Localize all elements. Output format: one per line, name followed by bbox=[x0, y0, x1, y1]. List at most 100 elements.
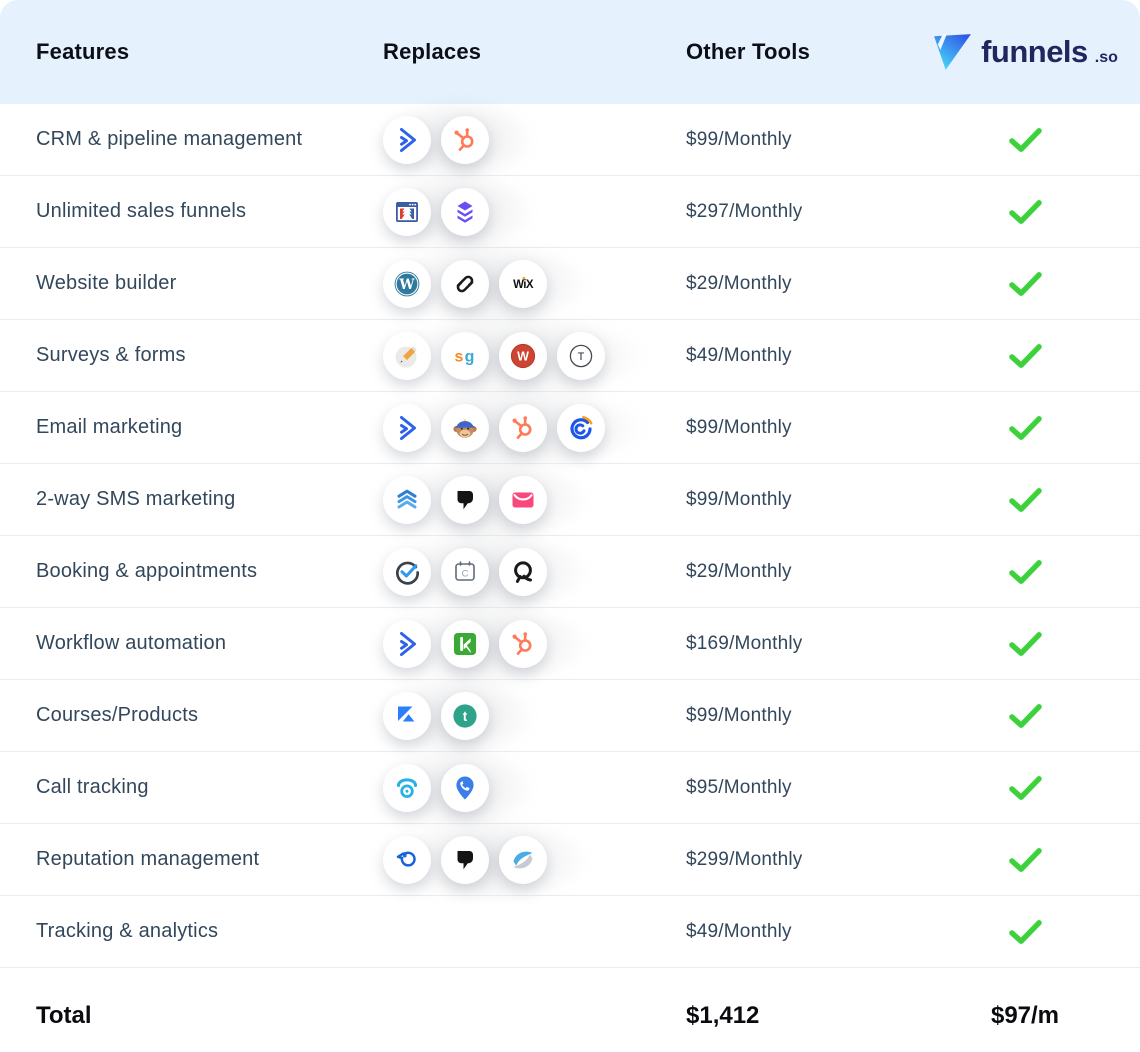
replaced-tools bbox=[383, 464, 686, 535]
check-icon bbox=[1009, 559, 1042, 585]
table-row: CRM & pipeline management $99/Monthly bbox=[0, 104, 1140, 175]
feature-label: Website builder bbox=[36, 272, 176, 294]
feature-label: Workflow automation bbox=[36, 632, 226, 654]
features-header: Features bbox=[36, 39, 129, 64]
brand-tld: .so bbox=[1095, 49, 1118, 71]
check-icon bbox=[1009, 415, 1042, 441]
activecampaign-icon bbox=[383, 404, 431, 452]
funnels-logo: funnels .so bbox=[932, 33, 1118, 71]
other-tools-price: $297/Monthly bbox=[686, 201, 802, 222]
hubspot-icon bbox=[441, 116, 489, 164]
activecampaign-icon bbox=[383, 116, 431, 164]
clickfunnels-icon bbox=[383, 188, 431, 236]
other-tools-header: Other Tools bbox=[686, 39, 810, 64]
constant-contact-icon bbox=[557, 404, 605, 452]
other-tools-price: $49/Monthly bbox=[686, 345, 792, 366]
hubspot-icon bbox=[499, 404, 547, 452]
check-icon bbox=[1009, 271, 1042, 297]
calendar-c-icon: C bbox=[441, 548, 489, 596]
wordpress-icon: W bbox=[383, 260, 431, 308]
replaced-tools bbox=[383, 752, 686, 823]
callrail-icon bbox=[383, 764, 431, 812]
replaced-tools: C bbox=[383, 536, 686, 607]
table-row: Website builder W WiX $29/Monthly bbox=[0, 247, 1140, 319]
table-body: CRM & pipeline management $99/Monthly Un… bbox=[0, 104, 1140, 967]
funnel-icon bbox=[932, 33, 972, 71]
mailchimp-icon bbox=[441, 404, 489, 452]
other-tools-price: $99/Monthly bbox=[686, 489, 792, 510]
teachable-icon: t bbox=[441, 692, 489, 740]
leadpages-icon bbox=[441, 188, 489, 236]
surveygizmo-icon: sg bbox=[441, 332, 489, 380]
feature-label: Unlimited sales funnels bbox=[36, 200, 246, 222]
feature-label: Reputation management bbox=[36, 848, 259, 870]
swoosh-circle-icon bbox=[499, 836, 547, 884]
table-row: Booking & appointments C $29/Monthly bbox=[0, 535, 1140, 607]
keap-icon bbox=[441, 620, 489, 668]
table-row: Tracking & analytics $49/Monthly bbox=[0, 895, 1140, 967]
svg-text:t: t bbox=[463, 709, 468, 724]
booking-check-icon bbox=[383, 548, 431, 596]
check-icon bbox=[1009, 127, 1042, 153]
wix-icon: WiX bbox=[499, 260, 547, 308]
feature-label: 2-way SMS marketing bbox=[36, 488, 235, 510]
svg-text:s: s bbox=[455, 348, 464, 365]
feature-label: Email marketing bbox=[36, 416, 182, 438]
total-label: Total bbox=[36, 1002, 92, 1029]
other-tools-price: $29/Monthly bbox=[686, 273, 792, 294]
birdeye-icon bbox=[383, 836, 431, 884]
check-icon bbox=[1009, 775, 1042, 801]
replaced-tools bbox=[383, 896, 686, 967]
table-row: Unlimited sales funnels $297/Monthly bbox=[0, 175, 1140, 247]
svg-text:g: g bbox=[465, 348, 475, 365]
svg-text:WiX: WiX bbox=[513, 279, 534, 291]
pencil-form-icon bbox=[383, 332, 431, 380]
replaced-tools bbox=[383, 104, 686, 175]
other-tools-price: $29/Monthly bbox=[686, 561, 792, 582]
replaced-tools bbox=[383, 392, 686, 463]
sms-chevrons-icon bbox=[383, 476, 431, 524]
feature-label: CRM & pipeline management bbox=[36, 128, 302, 150]
table-row: 2-way SMS marketing $99/Monthly bbox=[0, 463, 1140, 535]
kajabi-icon bbox=[383, 692, 431, 740]
activecampaign-icon bbox=[383, 620, 431, 668]
squarespace-icon bbox=[441, 260, 489, 308]
replaced-tools bbox=[383, 176, 686, 247]
check-icon bbox=[1009, 487, 1042, 513]
hubspot-icon bbox=[499, 620, 547, 668]
replaced-tools bbox=[383, 608, 686, 679]
check-icon bbox=[1009, 847, 1042, 873]
check-icon bbox=[1009, 631, 1042, 657]
replaced-tools bbox=[383, 824, 686, 895]
table-row: Workflow automation $169/Monthly bbox=[0, 607, 1140, 679]
table-row: Call tracking $95/Monthly bbox=[0, 751, 1140, 823]
check-icon bbox=[1009, 343, 1042, 369]
table-row: Surveys & forms sg W T $49/Monthly bbox=[0, 319, 1140, 391]
table-row: Email marketing $99/Monthly bbox=[0, 391, 1140, 463]
feature-label: Call tracking bbox=[36, 776, 149, 798]
total-row: Total $1,412 $97/m bbox=[0, 967, 1140, 1052]
other-tools-price: $299/Monthly bbox=[686, 849, 802, 870]
replaced-tools: t bbox=[383, 680, 686, 751]
table-header: Features Replaces Other Tools funnels.s bbox=[0, 0, 1140, 104]
replaced-tools: W WiX bbox=[383, 248, 686, 319]
other-tools-total: $1,412 bbox=[686, 1002, 759, 1029]
feature-label: Courses/Products bbox=[36, 704, 198, 726]
svg-text:W: W bbox=[517, 349, 529, 363]
call-pin-icon bbox=[441, 764, 489, 812]
wufoo-icon: W bbox=[499, 332, 547, 380]
other-tools-price: $99/Monthly bbox=[686, 129, 792, 150]
table-row: Reputation management $299/Monthly bbox=[0, 823, 1140, 895]
replaces-header: Replaces bbox=[383, 39, 481, 64]
feature-label: Booking & appointments bbox=[36, 560, 257, 582]
podium-quote-icon bbox=[441, 476, 489, 524]
svg-text:T: T bbox=[578, 351, 585, 363]
comparison-table: Features Replaces Other Tools funnels.s bbox=[0, 0, 1140, 1052]
other-tools-price: $49/Monthly bbox=[686, 921, 792, 942]
feature-label: Surveys & forms bbox=[36, 344, 186, 366]
brand-name: funnels bbox=[981, 34, 1088, 70]
acuity-icon bbox=[499, 548, 547, 596]
check-icon bbox=[1009, 919, 1042, 945]
other-tools-price: $99/Monthly bbox=[686, 417, 792, 438]
pink-envelope-icon bbox=[499, 476, 547, 524]
